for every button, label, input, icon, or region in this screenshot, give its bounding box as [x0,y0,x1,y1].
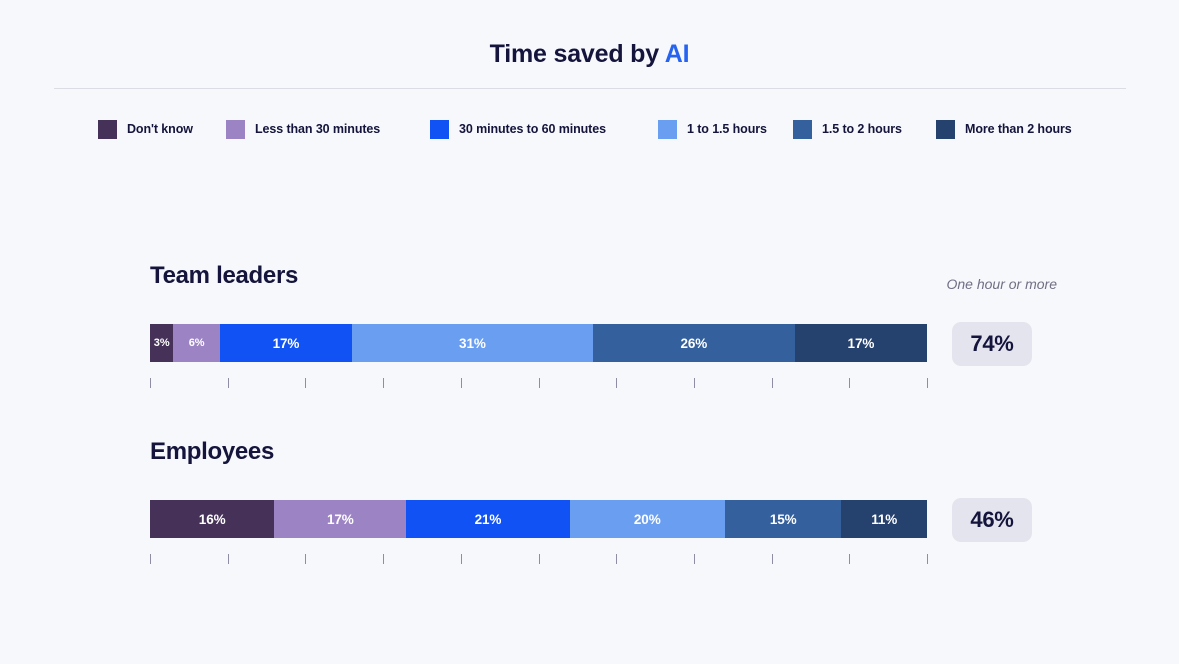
axis-tick-row [150,554,928,568]
legend-item[interactable]: Don't know [98,118,193,140]
group-title: Employees [150,438,275,465]
axis-tick [927,378,928,388]
bar-segment-label: 26% [680,335,708,351]
title-divider [54,88,1126,89]
axis-tick [771,378,773,388]
legend-item[interactable]: 1.5 to 2 hours [793,118,902,140]
group-title: Team leaders [150,262,299,289]
bar-segment[interactable]: 11% [841,500,927,538]
bar-segment-label: 31% [459,335,486,351]
legend-item-label: Don't know [127,122,193,136]
page-title-accent: AI [664,40,690,68]
legend-item[interactable]: 1 to 1.5 hours [658,118,767,140]
chart-legend: Don't know Less than 30 minutes 30 minutes… [98,118,1118,140]
bar-segment-label: 3% [153,337,170,349]
bar-segment-label: 17% [272,335,300,351]
axis-tick [150,378,151,388]
bar-row: 3% 6% 17% 31% 26% 17% [150,324,928,392]
total-badge-label: 46% [970,507,1014,532]
legend-swatch-icon [936,119,955,139]
bar-segment-label: 20% [633,511,661,527]
bar-segment[interactable]: 3% [150,324,174,362]
axis-tick [616,378,618,388]
legend-item[interactable]: 30 minutes to 60 minutes [430,118,606,140]
axis-tick [927,554,928,564]
bar-segment[interactable]: 17% [274,500,407,538]
legend-swatch-icon [793,119,812,139]
chart-canvas: Time saved by AI Don't know Less than 30 … [0,0,1179,664]
bar-segment[interactable]: 20% [569,500,725,538]
axis-tick [383,378,385,388]
axis-tick [227,378,229,388]
axis-tick [771,554,773,564]
legend-item[interactable]: More than 2 hours [936,118,1072,140]
axis-tick [538,378,540,388]
axis-tick [460,554,462,564]
stacked-bar: 3% 6% 17% 31% 26% 17% [150,324,927,362]
legend-item-label: 30 minutes to 60 minutes [459,122,606,136]
axis-tick [616,554,618,564]
legend-item[interactable]: Less than 30 minutes [226,118,380,140]
axis-tick [849,378,851,388]
bar-segment[interactable]: 6% [173,324,220,362]
total-badge-label: 74% [970,331,1014,356]
bar-segment[interactable]: 16% [150,500,275,538]
bar-segment-label: 17% [326,511,354,527]
axis-tick [849,554,851,564]
bar-segment-label: 21% [474,511,502,527]
axis-tick [150,554,151,564]
legend-swatch-icon [658,119,677,139]
bar-segment-label: 16% [198,511,226,527]
bar-segment[interactable]: 31% [351,324,593,362]
page-title: Time saved by AI [0,40,1179,69]
bar-segment-label: 6% [188,337,205,349]
totals-column-note: One hour or more [946,276,1058,292]
bar-row: 16% 17% 21% 20% 15% 11% [150,500,928,568]
stacked-bar: 16% 17% 21% 20% 15% 11% [150,500,927,538]
axis-tick-row [150,378,928,392]
axis-tick [693,554,695,564]
axis-tick [693,378,695,388]
legend-item-label: 1 to 1.5 hours [687,122,767,136]
bar-segment[interactable]: 17% [794,324,927,362]
bar-segment[interactable]: 26% [592,324,795,362]
total-badge: 46% [952,498,1032,542]
bar-segment-label: 15% [769,511,797,527]
legend-swatch-icon [98,119,117,139]
axis-tick [227,554,229,564]
total-badge: 74% [952,322,1032,366]
bar-segment-label: 11% [871,511,898,527]
axis-tick [538,554,540,564]
legend-item-label: 1.5 to 2 hours [822,122,902,136]
page-title-main: Time saved by [489,40,665,68]
bar-segment[interactable]: 21% [406,500,570,538]
axis-tick [305,378,307,388]
legend-item-label: Less than 30 minutes [255,122,381,136]
bar-segment[interactable]: 15% [724,500,842,538]
bar-segment-label: 17% [847,335,875,351]
bar-segment[interactable]: 17% [219,324,352,362]
axis-tick [460,378,462,388]
legend-swatch-icon [430,119,449,139]
legend-item-label: More than 2 hours [965,122,1072,136]
axis-tick [383,554,385,564]
legend-swatch-icon [226,119,245,139]
axis-tick [305,554,307,564]
